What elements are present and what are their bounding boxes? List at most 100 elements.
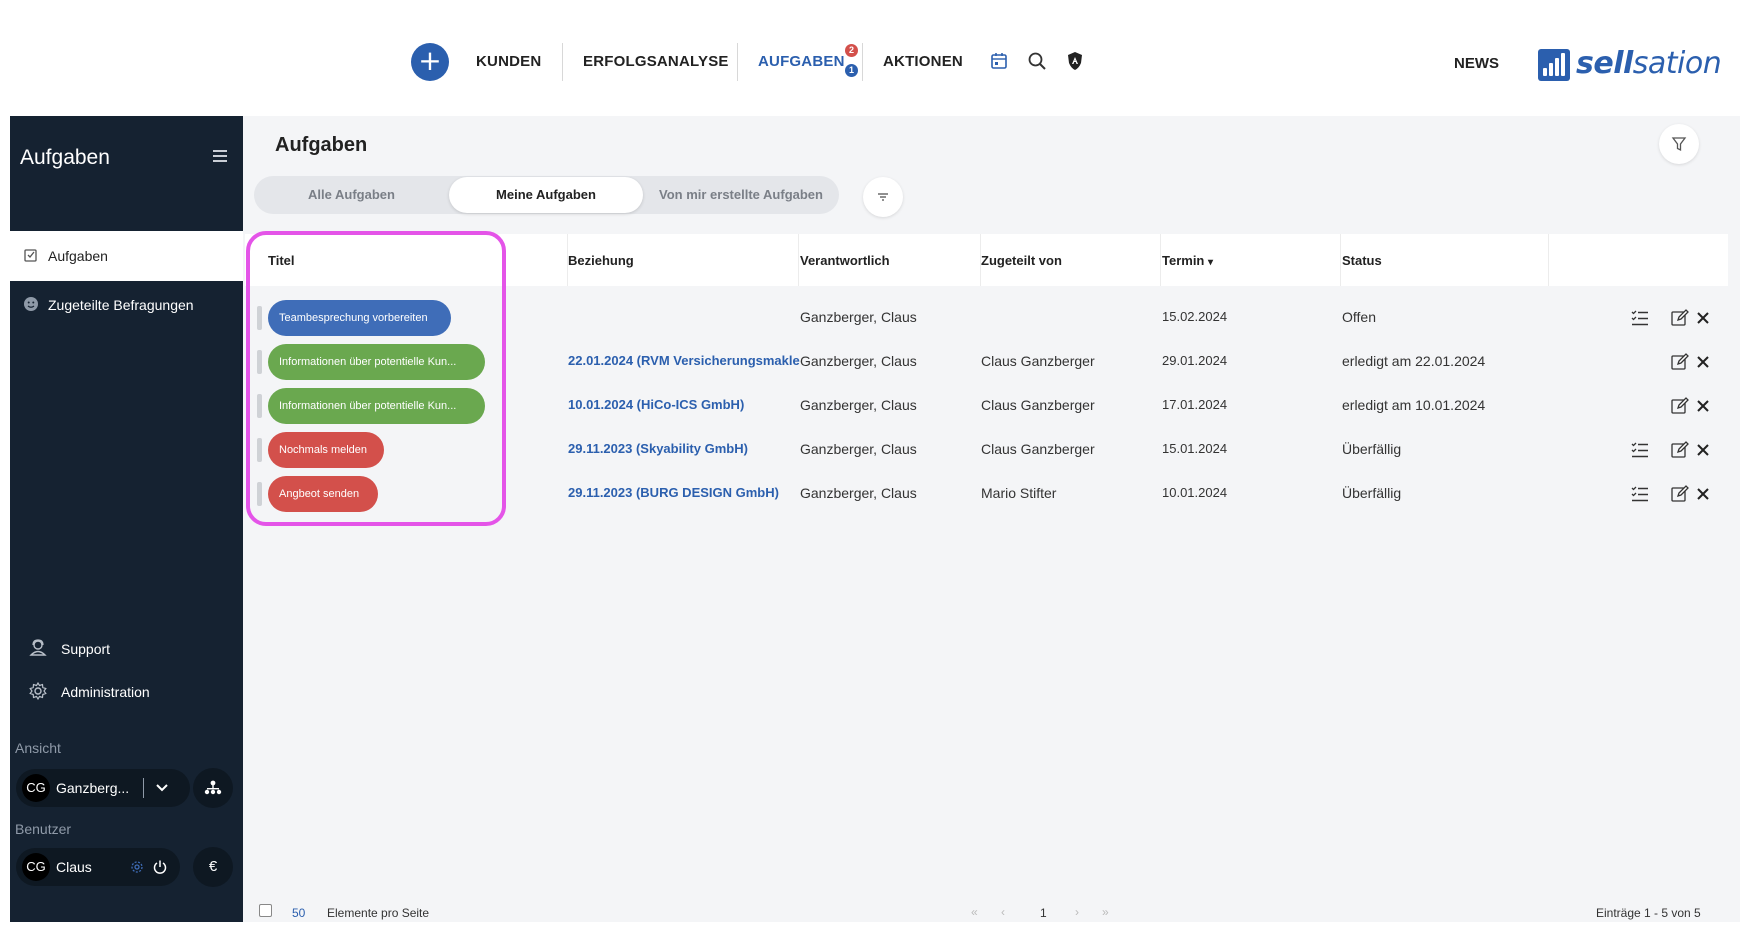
column-divider [1548, 234, 1549, 286]
sort-desc-icon: ▾ [1208, 257, 1214, 268]
column-header-status[interactable]: Status [1342, 253, 1382, 268]
column-header-verantwortlich[interactable]: Verantwortlich [800, 253, 890, 268]
assigned-by-cell: Claus Ganzberger [981, 441, 1095, 457]
relation-link[interactable]: 22.01.2024 (RVM Versicherungsmakler... [568, 353, 800, 368]
sidebar: Aufgaben Aufgaben Zugeteilte Befragungen… [10, 116, 243, 922]
page-title: Aufgaben [275, 134, 368, 156]
responsible-cell: Ganzberger, Claus [800, 441, 917, 457]
checklist-icon[interactable] [1630, 484, 1650, 504]
first-page-icon[interactable]: « [971, 905, 978, 919]
assigned-by-cell: Claus Ganzberger [981, 397, 1095, 413]
next-page-icon[interactable]: › [1075, 905, 1079, 919]
relation-link[interactable]: 10.01.2024 (HiCo-ICS GmbH) [568, 397, 744, 412]
edit-icon[interactable] [1670, 352, 1690, 372]
entries-summary: Einträge 1 - 5 von 5 [1596, 906, 1701, 920]
column-divider [1340, 234, 1341, 286]
sidebar-item-support[interactable]: Support [10, 638, 243, 662]
page-size-select[interactable]: 50 [292, 906, 305, 920]
delete-icon[interactable] [1693, 308, 1713, 328]
responsible-cell: Ganzberger, Claus [800, 485, 917, 501]
select-all-checkbox[interactable] [259, 904, 272, 917]
assigned-by-cell: Mario Stifter [981, 485, 1057, 501]
status-cell: Überfällig [1342, 441, 1402, 457]
sidebar-item-administration[interactable]: Administration [10, 681, 243, 705]
due-date-cell: 15.01.2024 [1162, 441, 1228, 456]
power-icon[interactable] [152, 859, 168, 875]
sidebar-item-befragungen[interactable]: Zugeteilte Befragungen [10, 280, 243, 330]
task-scope-tabs: Alle Aufgaben Meine Aufgaben Von mir ers… [254, 176, 839, 214]
tab-alle-aufgaben[interactable]: Alle Aufgaben [254, 176, 449, 214]
org-chart-icon [204, 780, 222, 795]
status-cell: Überfällig [1342, 485, 1402, 501]
checklist-icon[interactable] [1630, 308, 1650, 328]
add-button[interactable]: + [411, 43, 449, 81]
nav-aktionen[interactable]: AKTIONEN [883, 53, 963, 70]
currency-button[interactable]: € [193, 847, 233, 887]
due-date-cell: 15.02.2024 [1162, 309, 1228, 324]
current-page[interactable]: 1 [1040, 906, 1047, 920]
column-header-zugeteilt-von[interactable]: Zugeteilt von [981, 253, 1062, 268]
column-header-beziehung[interactable]: Beziehung [568, 253, 634, 268]
survey-icon [24, 297, 38, 311]
settings-gear-icon[interactable] [130, 860, 144, 874]
nav-erfolgsanalyse[interactable]: ERFOLGSANALYSE [583, 53, 729, 70]
prev-page-icon[interactable]: ‹ [1001, 905, 1005, 919]
status-cell: Offen [1342, 309, 1376, 325]
nav-kunden[interactable]: KUNDEN [476, 53, 541, 70]
search-icon[interactable] [1026, 50, 1048, 72]
sidebar-title: Aufgaben [20, 146, 110, 169]
responsible-cell: Ganzberger, Claus [800, 397, 917, 413]
status-cell: erledigt am 22.01.2024 [1342, 353, 1486, 369]
relation-link[interactable]: 29.11.2023 (BURG DESIGN GmbH) [568, 485, 779, 500]
due-date-cell: 10.01.2024 [1162, 485, 1228, 500]
task-icon [24, 249, 37, 262]
edit-icon[interactable] [1670, 396, 1690, 416]
org-chart-button[interactable] [193, 768, 233, 808]
page-size-label: Elemente pro Seite [327, 906, 430, 920]
sidebar-item-aufgaben[interactable]: Aufgaben [10, 231, 243, 281]
chevron-down-icon[interactable] [155, 782, 169, 794]
edit-icon[interactable] [1670, 440, 1690, 460]
gear-icon [29, 681, 47, 701]
relation-link[interactable]: 29.11.2023 (Skyability GmbH) [568, 441, 748, 456]
user-selector[interactable]: CG Claus [16, 848, 180, 886]
view-section-label: Ansicht [15, 740, 61, 756]
sidebar-item-label: Administration [61, 684, 150, 700]
shield-icon[interactable] [1064, 50, 1086, 72]
news-link[interactable]: NEWS [1454, 55, 1499, 72]
sidebar-header: Aufgaben [10, 116, 243, 200]
filter-button[interactable] [1659, 124, 1699, 164]
hamburger-menu-icon[interactable] [213, 150, 227, 162]
edit-icon[interactable] [1670, 484, 1690, 504]
checklist-icon[interactable] [1630, 440, 1650, 460]
view-selector[interactable]: CG Ganzberg... [16, 769, 190, 807]
delete-icon[interactable] [1693, 440, 1713, 460]
column-divider [1160, 234, 1161, 286]
logo-bars-icon [1538, 49, 1570, 81]
calendar-icon[interactable] [988, 50, 1010, 72]
nav-divider [562, 43, 563, 81]
due-date-cell: 29.01.2024 [1162, 353, 1228, 368]
sidebar-item-label: Support [61, 641, 111, 657]
tab-von-mir-erstellt[interactable]: Von mir erstellte Aufgaben [643, 176, 839, 214]
avatar: CG [22, 853, 50, 881]
assigned-by-cell: Claus Ganzberger [981, 353, 1095, 369]
sidebar-item-label: Zugeteilte Befragungen [48, 297, 194, 313]
view-divider [143, 778, 144, 798]
edit-icon[interactable] [1670, 308, 1690, 328]
delete-icon[interactable] [1693, 484, 1713, 504]
logo-text: sellsation [1576, 46, 1722, 81]
sellsation-logo: sellsation [1538, 45, 1722, 81]
due-date-cell: 17.01.2024 [1162, 397, 1228, 412]
delete-icon[interactable] [1693, 352, 1713, 372]
column-header-termin[interactable]: Termin ▾ [1162, 253, 1213, 268]
nav-aufgaben[interactable]: AUFGABEN [758, 53, 845, 70]
nav-divider [862, 43, 863, 81]
tab-meine-aufgaben[interactable]: Meine Aufgaben [449, 177, 643, 213]
responsible-cell: Ganzberger, Claus [800, 353, 917, 369]
sidebar-item-label: Aufgaben [48, 248, 108, 264]
last-page-icon[interactable]: » [1102, 905, 1109, 919]
delete-icon[interactable] [1693, 396, 1713, 416]
sort-options-button[interactable] [863, 177, 903, 217]
nav-divider [737, 43, 738, 81]
